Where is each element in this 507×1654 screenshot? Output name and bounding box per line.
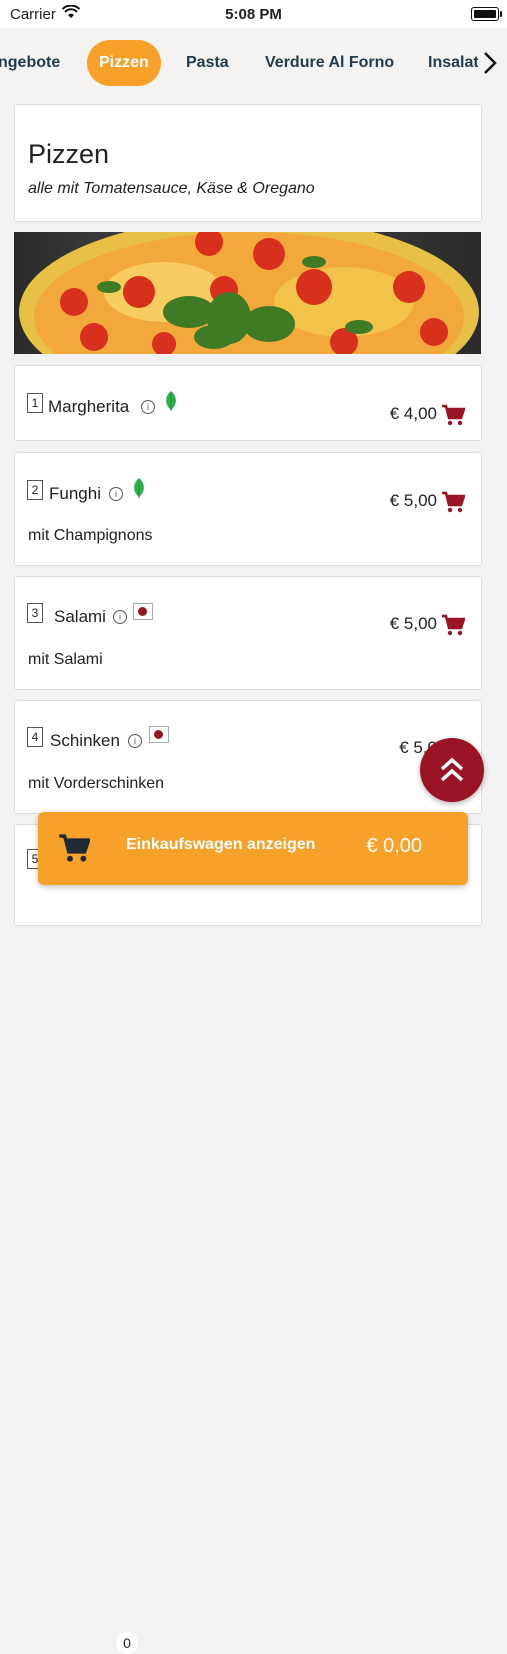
item-description: mit Champignons	[28, 527, 153, 544]
vegetarian-leaf-icon	[134, 478, 144, 498]
tab-pasta[interactable]: Pasta	[186, 40, 229, 86]
vegetarian-leaf-icon	[166, 391, 176, 411]
info-icon[interactable]: i	[113, 610, 127, 624]
info-icon[interactable]: i	[109, 487, 123, 501]
item-description: mit Salami	[28, 651, 103, 668]
double-chevron-up-icon	[440, 757, 464, 782]
tab-angebote[interactable]: ngebote	[0, 40, 60, 86]
item-number: 4	[27, 727, 43, 747]
item-name: Funghi	[49, 484, 101, 503]
shopping-cart-icon[interactable]	[441, 491, 465, 513]
item-price: € 5,00	[389, 614, 437, 633]
scroll-to-top-button[interactable]	[420, 738, 484, 802]
list-item[interactable]: 4 Schinken i € 5,0 mit Vorderschinken	[14, 700, 482, 814]
shopping-cart-icon[interactable]	[441, 614, 465, 636]
item-name: Salami	[54, 607, 106, 626]
page-subtitle: alle mit Tomatensauce, Käse & Oregano	[28, 180, 315, 197]
cart-total: € 0,00	[366, 835, 422, 857]
status-bar: Carrier 5:08 PM	[0, 0, 507, 28]
category-header: Pizzen alle mit Tomatensauce, Käse & Ore…	[14, 104, 482, 222]
item-name: Margherita	[48, 397, 130, 416]
battery-icon	[471, 7, 502, 21]
page-title: Pizzen	[28, 139, 110, 169]
view-cart-label: Einkaufswagen anzeigen	[126, 836, 316, 853]
view-cart-button[interactable]: 0 Einkaufswagen anzeigen € 0,00	[38, 812, 468, 1654]
cart-count-badge: 0	[116, 1632, 138, 1654]
list-item[interactable]: 2 Funghi i € 5,00 mit Champignons	[14, 452, 482, 566]
item-price: € 4,00	[389, 404, 437, 423]
tab-pizzen[interactable]: Pizzen	[87, 40, 161, 86]
list-item[interactable]: 1 Margherita i € 4,00	[14, 365, 482, 441]
meat-icon	[133, 603, 153, 620]
shopping-cart-icon	[59, 834, 90, 862]
tab-verdure-al-forno[interactable]: Verdure Al Forno	[265, 40, 394, 86]
list-item[interactable]: 3 Salami i € 5,00 mit Salami	[14, 576, 482, 690]
tab-insalate[interactable]: Insalat	[428, 40, 479, 86]
info-icon[interactable]: i	[141, 400, 155, 414]
category-tabs: ngebote Pizzen Pasta Verdure Al Forno In…	[0, 28, 507, 100]
clock: 5:08 PM	[225, 6, 282, 23]
item-number: 1	[27, 393, 43, 413]
item-price: € 5,00	[389, 491, 437, 510]
shopping-cart-icon[interactable]	[441, 404, 465, 426]
chevron-right-icon[interactable]	[478, 40, 502, 86]
item-name: Schinken	[50, 731, 120, 750]
item-number: 2	[27, 480, 43, 500]
item-description: mit Vorderschinken	[28, 775, 165, 792]
item-number: 3	[27, 603, 43, 623]
meat-icon	[149, 726, 169, 743]
pizza-banner-image	[14, 232, 481, 354]
info-icon[interactable]: i	[128, 734, 142, 748]
